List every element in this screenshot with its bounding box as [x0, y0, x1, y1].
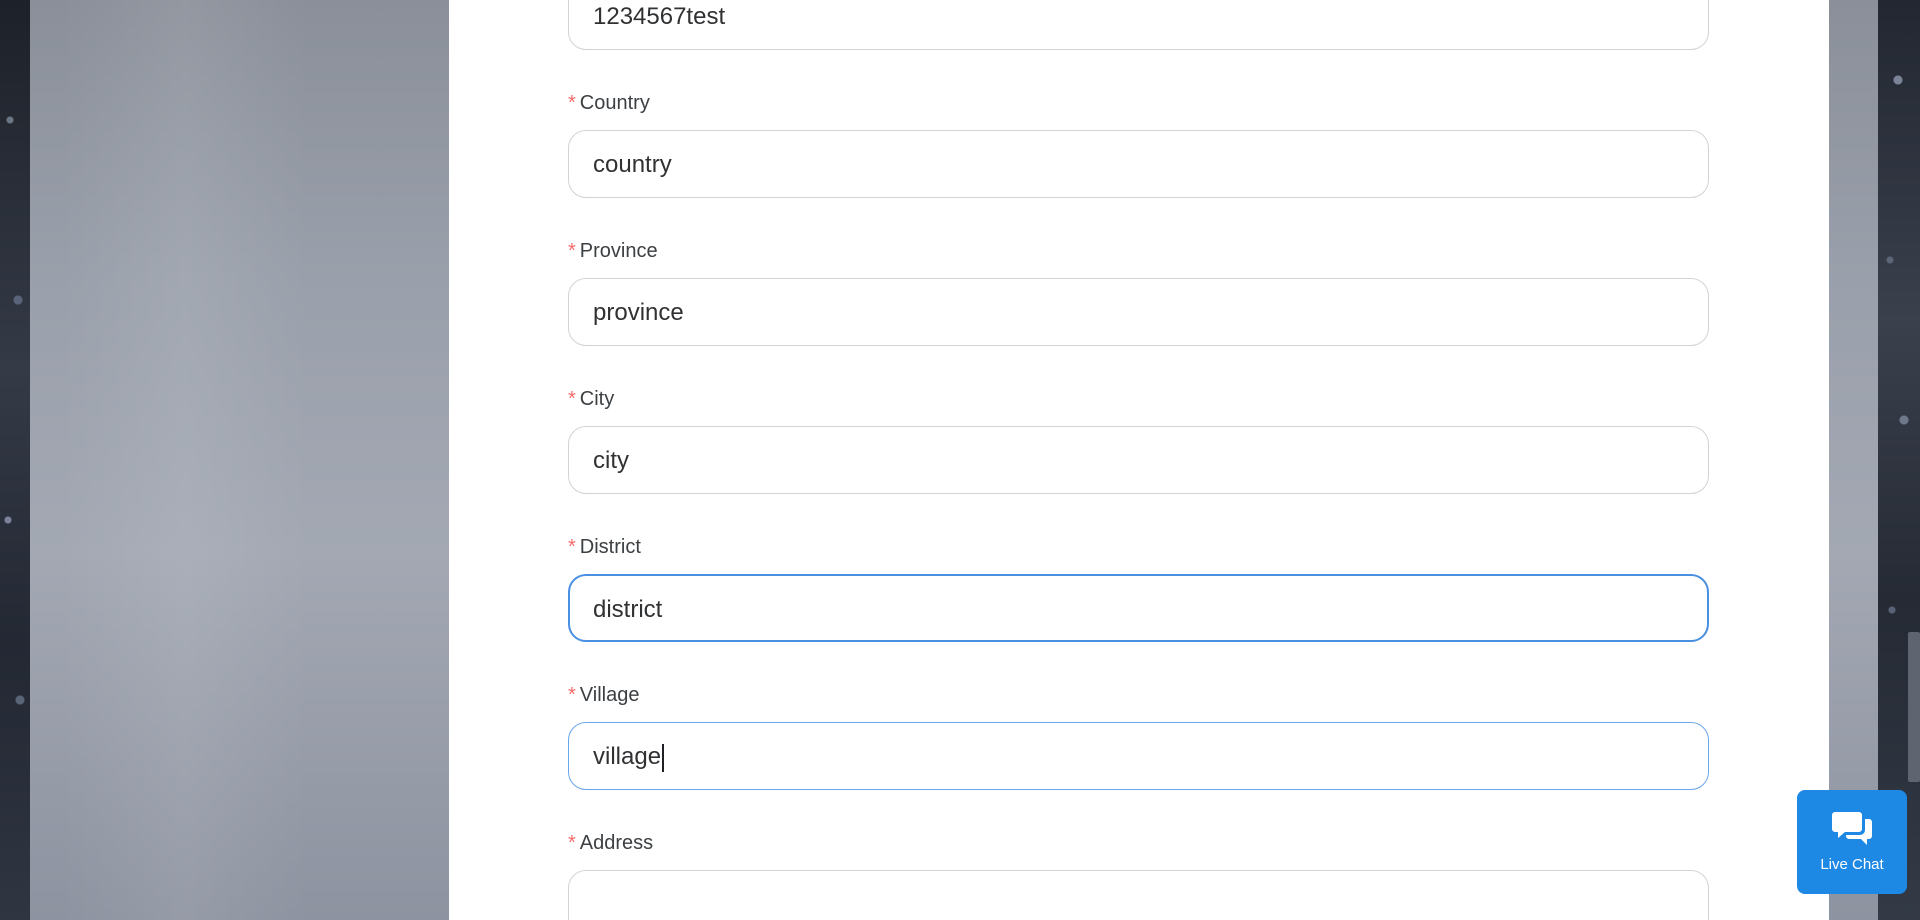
- form-panel: 1234567test * Country country * Province p…: [449, 0, 1829, 920]
- required-mark: *: [568, 240, 576, 262]
- address-label-text: Address: [579, 832, 654, 854]
- required-mark: *: [568, 92, 576, 114]
- country-input[interactable]: country: [568, 130, 1709, 198]
- required-mark: *: [568, 536, 576, 558]
- district-input[interactable]: district: [568, 574, 1709, 642]
- district-label: * District: [568, 535, 641, 559]
- village-label: * Village: [568, 683, 639, 707]
- background-left-edge: [0, 0, 30, 920]
- required-mark: *: [568, 388, 576, 410]
- province-value: province: [593, 299, 684, 326]
- country-label-text: Country: [579, 92, 650, 114]
- address-label: * Address: [568, 831, 653, 855]
- country-label: * Country: [568, 91, 650, 115]
- city-value: city: [593, 447, 629, 474]
- city-input[interactable]: city: [568, 426, 1709, 494]
- village-input[interactable]: village: [568, 722, 1709, 790]
- village-value-wrap: village: [593, 723, 665, 791]
- province-label: * Province: [568, 239, 658, 263]
- required-mark: *: [568, 832, 576, 854]
- country-value: country: [593, 151, 672, 178]
- city-label: * City: [568, 387, 614, 411]
- city-label-text: City: [579, 388, 615, 410]
- previous-field-input[interactable]: 1234567test: [568, 0, 1709, 50]
- previous-field-value: 1234567test: [593, 3, 726, 30]
- page-scrollbar[interactable]: [1908, 0, 1920, 920]
- live-chat-label: Live Chat: [1820, 856, 1884, 873]
- chat-bubbles-icon: [1832, 812, 1872, 845]
- live-chat-button[interactable]: Live Chat: [1797, 790, 1907, 894]
- village-value: village: [593, 743, 662, 770]
- required-mark: *: [568, 684, 576, 706]
- district-label-text: District: [579, 536, 641, 558]
- scrollbar-thumb[interactable]: [1908, 632, 1920, 782]
- province-input[interactable]: province: [568, 278, 1709, 346]
- text-caret: [662, 743, 665, 772]
- address-input[interactable]: [568, 870, 1709, 920]
- village-label-text: Village: [579, 684, 640, 706]
- district-value: district: [593, 596, 663, 623]
- province-label-text: Province: [579, 240, 658, 262]
